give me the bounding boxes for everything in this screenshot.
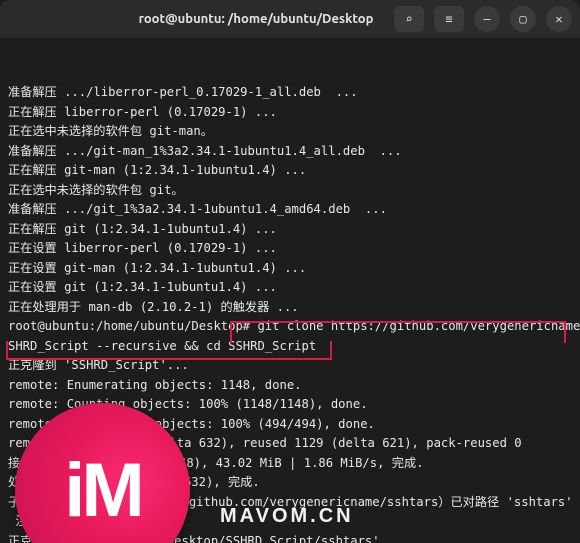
terminal-line: 正在选中未选择的软件包 git-man。 [8, 122, 572, 142]
terminal-line: 准备解压 .../liberror-perl_0.17029-1_all.deb… [8, 83, 572, 103]
terminal-line: 正在解压 git-man (1:2.34.1-1ubuntu1.4) ... [8, 161, 572, 181]
terminal-line: 准备解压 .../git_1%3a2.34.1-1ubuntu1.4_amd64… [8, 200, 572, 220]
terminal-line: SHRD_Script --recursive && cd SSHRD_Scri… [8, 337, 572, 357]
terminal-line: 正克隆到 'SSHRD_Script'... [8, 356, 572, 376]
terminal-output[interactable]: 准备解压 .../liberror-perl_0.17029-1_all.deb… [0, 38, 580, 543]
search-icon: ⌕ [405, 12, 412, 26]
window-title: root@ubuntu: /home/ubuntu/Desktop [118, 12, 394, 26]
window-titlebar: root@ubuntu: /home/ubuntu/Desktop ⌕ ≡ — … [0, 0, 580, 38]
maximize-icon: ▢ [519, 12, 526, 26]
minimize-button[interactable]: — [474, 6, 500, 32]
terminal-line: 正在选中未选择的软件包 git。 [8, 181, 572, 201]
terminal-line: 正在设置 git-man (1:2.34.1-1ubuntu1.4) ... [8, 259, 572, 279]
search-button[interactable]: ⌕ [394, 6, 424, 32]
close-icon: ✕ [555, 12, 562, 26]
watermark-logo-text: iM [64, 481, 140, 501]
titlebar-controls: ⌕ ≡ — ▢ ✕ [394, 6, 572, 32]
terminal-line: remote: Enumerating objects: 1148, done. [8, 376, 572, 396]
terminal-line: 正在处理用于 man-db (2.10.2-1) 的触发器 ... [8, 298, 572, 318]
terminal-line: 正在设置 git (1:2.34.1-1ubuntu1.4) ... [8, 278, 572, 298]
maximize-button[interactable]: ▢ [510, 6, 536, 32]
close-button[interactable]: ✕ [546, 6, 572, 32]
menu-button[interactable]: ≡ [434, 6, 464, 32]
terminal-line: 正在解压 git (1:2.34.1-1ubuntu1.4) ... [8, 220, 572, 240]
terminal-line: 正在解压 liberror-perl (0.17029-1) ... [8, 103, 572, 123]
hamburger-icon: ≡ [445, 12, 452, 26]
terminal-line: 正在设置 liberror-perl (0.17029-1) ... [8, 239, 572, 259]
terminal-line: root@ubuntu:/home/ubuntu/Desktop# git cl… [8, 317, 572, 337]
terminal-line: 准备解压 .../git-man_1%3a2.34.1-1ubuntu1.4_a… [8, 142, 572, 162]
minimize-icon: — [483, 12, 490, 26]
